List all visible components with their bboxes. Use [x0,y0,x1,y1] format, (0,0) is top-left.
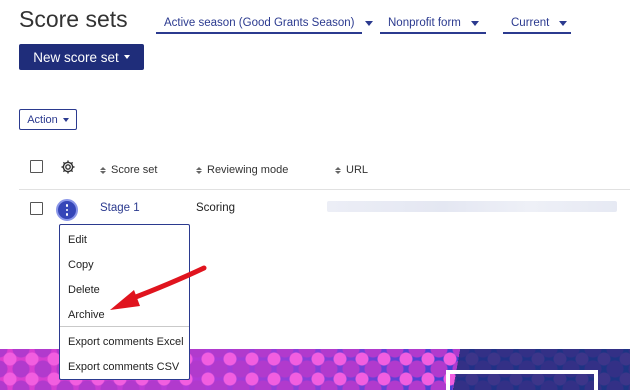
chevron-down-icon [62,117,69,122]
dot-icon [65,208,69,212]
status-filter-label: Current [511,17,550,29]
column-header-label: Score set [111,164,158,176]
sort-icon [100,166,106,174]
table-header-divider [19,189,630,190]
menu-item-archive[interactable]: Archive [68,309,105,321]
menu-item-delete[interactable]: Delete [68,284,100,296]
row-actions-button[interactable] [56,199,78,221]
row-actions-menu: Edit Copy Delete Archive Export comments… [59,224,190,380]
chevron-down-icon [559,20,568,26]
score-set-link[interactable]: Stage 1 [100,202,140,214]
menu-divider [60,326,189,327]
season-filter-label: Active season (Good Grants Season) [164,17,355,29]
row-checkbox[interactable] [30,202,43,215]
menu-item-edit[interactable]: Edit [68,234,87,246]
sort-icon [196,166,202,174]
status-filter[interactable]: Current [503,14,571,34]
url-value-redacted [327,201,617,212]
column-header-url[interactable]: URL [335,164,368,176]
menu-item-export-excel[interactable]: Export comments Excel [68,336,184,348]
page-title: Score sets [19,6,128,32]
column-header-label: Reviewing mode [207,164,289,176]
column-header-reviewing-mode[interactable]: Reviewing mode [196,164,288,176]
dot-icon [65,204,69,207]
action-label: Action [27,113,58,126]
action-button[interactable]: Action [19,109,77,130]
dot-icon [65,213,69,216]
form-filter[interactable]: Nonprofit form [380,14,486,34]
reviewing-mode-value: Scoring [196,202,235,214]
chevron-down-icon [470,20,479,26]
chevron-down-icon [123,55,130,59]
menu-item-copy[interactable]: Copy [68,259,94,271]
column-header-score-set[interactable]: Score set [100,164,157,176]
chevron-down-icon [364,20,373,26]
banner-frame [446,370,598,390]
new-score-set-button[interactable]: New score set [19,44,144,70]
season-filter[interactable]: Active season (Good Grants Season) [156,14,373,34]
sort-icon [335,166,341,174]
form-filter-label: Nonprofit form [388,17,461,29]
gear-icon[interactable] [60,159,76,175]
select-all-checkbox[interactable] [30,160,43,173]
new-score-set-label: New score set [33,49,119,65]
menu-item-export-csv[interactable]: Export comments CSV [68,361,179,373]
column-header-label: URL [346,164,369,176]
